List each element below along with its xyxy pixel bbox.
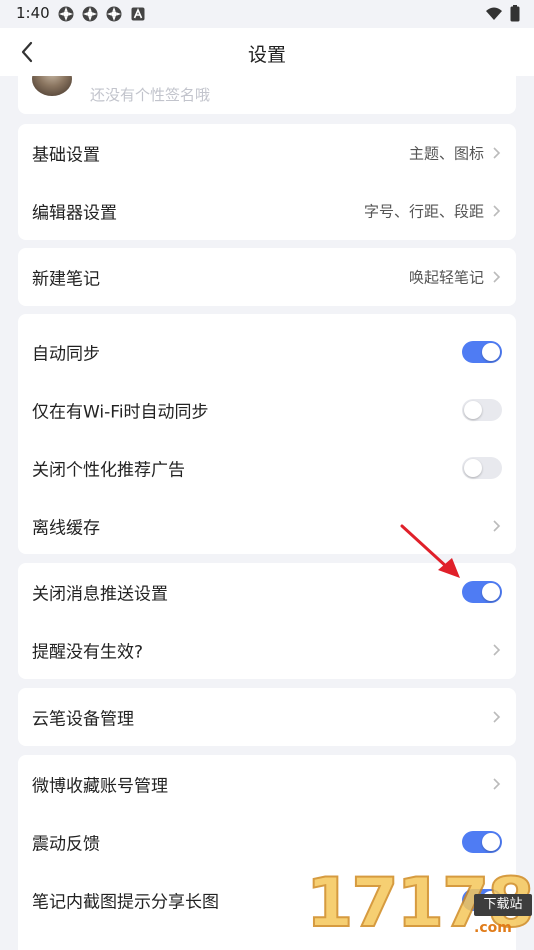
row-close-personalized-ads[interactable]: 关闭个性化推荐广告 <box>18 439 516 497</box>
a-icon <box>130 6 146 22</box>
app-icon <box>58 6 74 22</box>
row-label: 仅在有Wi-Fi时自动同步 <box>32 402 209 423</box>
row-new-note[interactable]: 新建笔记 唤起轻笔记 <box>18 248 516 306</box>
app-icon <box>82 6 98 22</box>
avatar[interactable] <box>32 76 72 96</box>
row-label: 自动同步 <box>32 344 100 365</box>
app-icon <box>106 6 122 22</box>
row-label: 震动反馈 <box>32 834 100 855</box>
toggle-knob <box>482 583 500 601</box>
row-label: 云笔设备管理 <box>32 709 134 730</box>
personalized-ads-toggle[interactable] <box>462 457 502 479</box>
row-close-push[interactable]: 关闭消息推送设置 <box>18 563 516 621</box>
row-label: 离线缓存 <box>32 518 100 539</box>
row-value: 主题、图标 <box>408 144 484 163</box>
settings-group-sync: 自动同步 仅在有Wi-Fi时自动同步 关闭个性化推荐广告 离线缓存 <box>18 314 516 554</box>
nav-bar: 设置 <box>0 28 534 76</box>
status-notification-icons <box>58 6 146 22</box>
row-label: 笔记内截图提示分享长图 <box>32 892 219 913</box>
watermark-badge: 下载站 <box>474 894 532 916</box>
chevron-right-icon <box>493 778 501 790</box>
row-auto-sync[interactable]: 自动同步 <box>18 323 516 381</box>
auto-sync-toggle[interactable] <box>462 341 502 363</box>
row-offline-cache[interactable]: 离线缓存 <box>18 497 516 554</box>
toggle-knob <box>482 343 500 361</box>
row-reminder-not-working[interactable]: 提醒没有生效? <box>18 621 516 679</box>
settings-group-new-note: 新建笔记 唤起轻笔记 <box>18 248 516 306</box>
settings-group-basic: 基础设置 主题、图标 编辑器设置 字号、行距、段距 <box>18 124 516 240</box>
row-basic-settings[interactable]: 基础设置 主题、图标 <box>18 124 516 182</box>
page-title: 设置 <box>247 44 286 66</box>
watermark: 17178 下载站 .com <box>305 858 534 950</box>
row-value: 字号、行距、段距 <box>363 202 484 221</box>
row-editor-settings[interactable]: 编辑器设置 字号、行距、段距 <box>18 182 516 240</box>
watermark-domain: .com <box>474 920 512 936</box>
row-label: 新建笔记 <box>32 269 100 290</box>
chevron-right-icon <box>493 711 501 723</box>
row-value: 唤起轻笔记 <box>408 268 484 287</box>
row-label: 关闭个性化推荐广告 <box>32 460 185 481</box>
close-push-toggle[interactable] <box>462 581 502 603</box>
status-system-icons <box>486 5 520 26</box>
battery-icon <box>510 5 520 26</box>
wifi-only-sync-toggle[interactable] <box>462 399 502 421</box>
row-weibo-account[interactable]: 微博收藏账号管理 <box>18 755 516 813</box>
chevron-right-icon <box>493 271 501 283</box>
chevron-right-icon <box>493 520 501 532</box>
status-time: 1:40 <box>16 4 50 22</box>
status-bar: 1:40 <box>0 0 534 28</box>
row-label: 微博收藏账号管理 <box>32 776 168 797</box>
profile-card[interactable]: 还没有个性签名哦 <box>18 76 516 114</box>
vibration-toggle[interactable] <box>462 831 502 853</box>
row-label: 编辑器设置 <box>32 203 117 224</box>
toggle-knob <box>482 833 500 851</box>
row-wifi-only-sync[interactable]: 仅在有Wi-Fi时自动同步 <box>18 381 516 439</box>
chevron-right-icon <box>493 205 501 217</box>
row-pen-device-management[interactable]: 云笔设备管理 <box>18 688 516 746</box>
chevron-right-icon <box>493 147 501 159</box>
profile-signature: 还没有个性签名哦 <box>90 86 211 104</box>
row-label: 提醒没有生效? <box>32 642 144 663</box>
wifi-icon <box>486 6 502 25</box>
row-label: 关闭消息推送设置 <box>32 584 168 605</box>
toggle-knob <box>464 401 482 419</box>
settings-group-device: 云笔设备管理 <box>18 688 516 746</box>
chevron-right-icon <box>493 644 501 656</box>
row-label: 基础设置 <box>32 145 100 166</box>
settings-group-push: 关闭消息推送设置 提醒没有生效? <box>18 563 516 679</box>
toggle-knob <box>464 459 482 477</box>
